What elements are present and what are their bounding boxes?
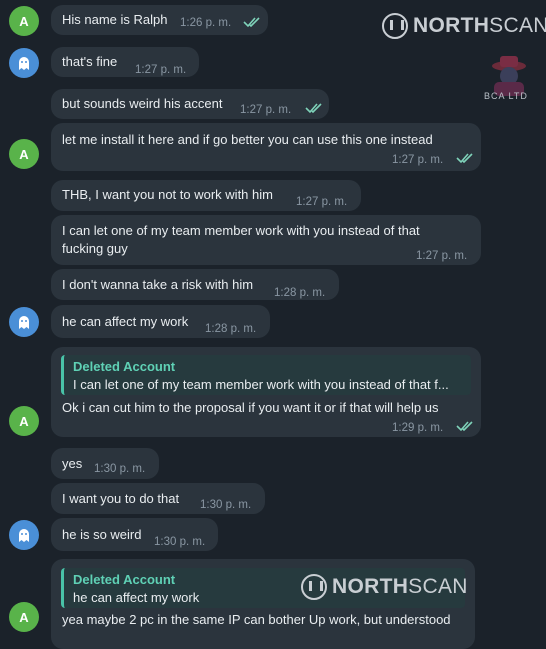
- message-text: I can let one of my team member work wit…: [62, 223, 420, 238]
- reply-quote[interactable]: Deleted Account I can let one of my team…: [61, 355, 471, 395]
- reply-text: I can let one of my team member work wit…: [73, 377, 449, 392]
- message-bubble[interactable]: but sounds weird his accent 1:27 p. m.: [51, 89, 329, 119]
- message-text: but sounds weird his accent: [62, 96, 223, 111]
- message-bubble[interactable]: he can affect my work 1:28 p. m.: [51, 305, 270, 338]
- message-time: 1:27 p. m.: [240, 104, 292, 116]
- message-bubble[interactable]: let me install it here and if go better …: [51, 123, 481, 171]
- message-text: I don't wanna take a risk with him: [62, 277, 254, 292]
- ghost-icon: [19, 57, 29, 70]
- message-text: that's fine: [62, 54, 118, 69]
- message-bubble-reply[interactable]: Deleted Account he can affect my work ye…: [51, 559, 475, 649]
- reply-author: Deleted Account: [73, 572, 176, 587]
- double-check-icon: [243, 17, 260, 28]
- message-bubble[interactable]: THB, I want you not to work with him 1:2…: [51, 180, 361, 211]
- message-text: let me install it here and if go better …: [62, 132, 433, 147]
- message-text: he is so weird: [62, 527, 142, 542]
- message-bubble[interactable]: I can let one of my team member work wit…: [51, 215, 481, 265]
- message-time: 1:29 p. m.: [392, 422, 444, 434]
- avatar-contact-a[interactable]: A: [9, 602, 39, 632]
- message-bubble[interactable]: I want you to do that 1:30 p. m.: [51, 483, 265, 514]
- message-time: 1:27 p. m.: [392, 154, 444, 166]
- double-check-icon: [456, 153, 473, 164]
- message-text: His name is Ralph: [62, 12, 168, 27]
- message-time: 1:26 p. m.: [180, 17, 232, 29]
- northscan-label: NORTHSCAN: [413, 14, 546, 37]
- message-text: yea maybe 2 pc in the same IP can bother…: [62, 612, 451, 627]
- message-text: I want you to do that: [62, 491, 180, 506]
- northscan-logo-icon: [301, 574, 327, 600]
- northscan-label: NORTHSCAN: [332, 575, 468, 598]
- message-time: 1:30 p. m.: [200, 499, 252, 511]
- message-time: 1:28 p. m.: [205, 323, 257, 335]
- message-time: 1:27 p. m.: [135, 64, 187, 76]
- message-time: 1:30 p. m.: [154, 536, 206, 548]
- message-time: 1:30 p. m.: [94, 463, 146, 475]
- message-bubble[interactable]: I don't wanna take a risk with him 1:28 …: [51, 269, 339, 300]
- avatar-ghost[interactable]: [9, 520, 39, 550]
- message-time: 1:27 p. m.: [416, 250, 468, 262]
- message-bubble-reply[interactable]: Deleted Account I can let one of my team…: [51, 347, 481, 437]
- avatar-contact-a[interactable]: A: [9, 139, 39, 169]
- reply-author: Deleted Account: [73, 359, 176, 374]
- bca-ltd-label: BCA LTD: [484, 91, 528, 101]
- message-text: yes: [62, 456, 83, 471]
- ghost-icon: [19, 529, 29, 542]
- reply-text: he can affect my work: [73, 590, 200, 605]
- double-check-icon: [456, 421, 473, 432]
- double-check-icon: [305, 103, 322, 114]
- northscan-watermark: NORTHSCAN: [382, 13, 546, 39]
- northscan-watermark: NORTHSCAN: [301, 574, 468, 600]
- message-text: THB, I want you not to work with him: [62, 187, 273, 202]
- northscan-logo-icon: [382, 13, 408, 39]
- message-bubble[interactable]: yes 1:30 p. m.: [51, 448, 159, 479]
- message-bubble[interactable]: His name is Ralph 1:26 p. m.: [51, 5, 268, 35]
- ghost-icon: [19, 316, 29, 329]
- avatar-ghost[interactable]: [9, 48, 39, 78]
- avatar-ghost[interactable]: [9, 307, 39, 337]
- message-text: he can affect my work: [62, 314, 189, 329]
- avatar-contact-a[interactable]: A: [9, 6, 39, 36]
- avatar-contact-a[interactable]: A: [9, 406, 39, 436]
- message-text: Ok i can cut him to the proposal if you …: [62, 400, 439, 415]
- message-time: 1:27 p. m.: [296, 196, 348, 208]
- message-bubble[interactable]: he is so weird 1:30 p. m.: [51, 518, 218, 551]
- message-bubble[interactable]: that's fine 1:27 p. m.: [51, 47, 199, 77]
- message-time: 1:28 p. m.: [274, 287, 326, 299]
- message-text-line2: fucking guy: [62, 241, 128, 256]
